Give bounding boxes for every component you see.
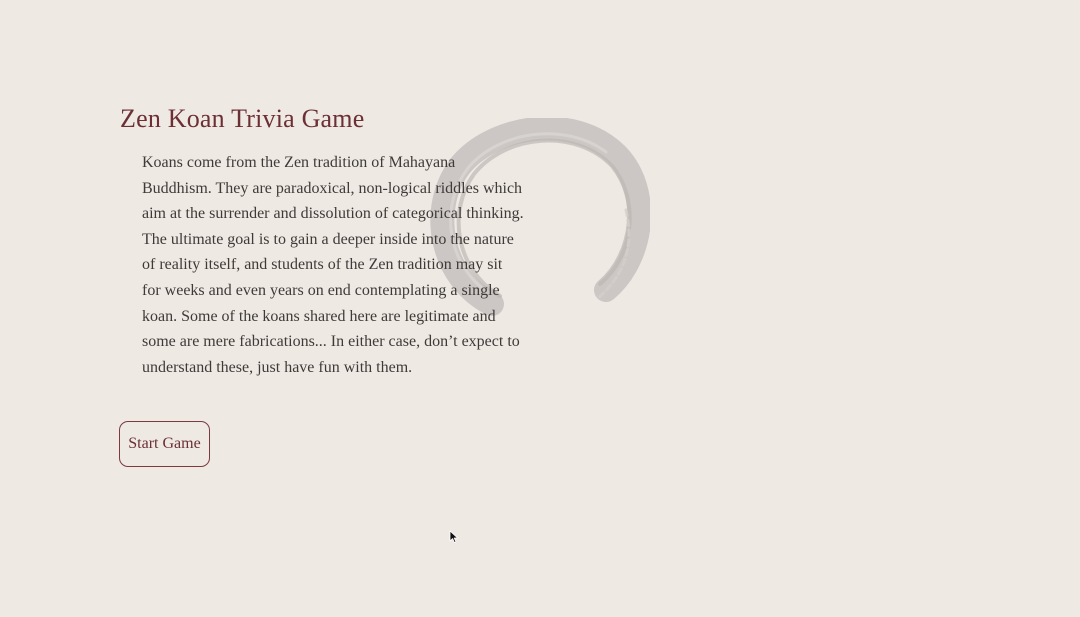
mouse-cursor-icon — [449, 530, 458, 543]
page-title: Zen Koan Trivia Game — [120, 104, 365, 133]
koan-description: Koans come from the Zen tradition of Mah… — [142, 154, 524, 376]
game-intro-screen: Zen Koan Trivia Game Koans come from the… — [0, 0, 1080, 617]
start-game-button[interactable]: Start Game — [119, 421, 210, 467]
